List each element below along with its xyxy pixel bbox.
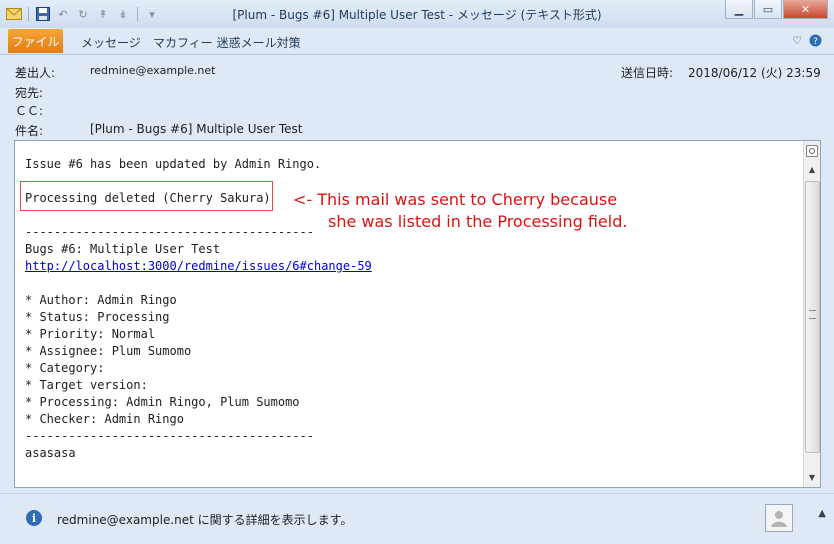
help-icon[interactable]: ?: [809, 34, 822, 50]
field-author: * Author: Admin Ringo: [25, 293, 177, 307]
tab-message[interactable]: メッセージ: [81, 34, 141, 51]
issue-title: Bugs #6: Multiple User Test: [25, 242, 221, 256]
info-icon: i: [26, 510, 42, 526]
issue-link[interactable]: http://localhost:3000/redmine/issues/6#c…: [25, 259, 372, 273]
view-options-icon[interactable]: [804, 143, 820, 159]
field-processing: * Processing: Admin Ringo, Plum Sumomo: [25, 395, 300, 409]
scroll-thumb[interactable]: [805, 181, 820, 453]
field-assignee: * Assignee: Plum Sumomo: [25, 344, 192, 358]
chevron-up-icon[interactable]: ♡: [792, 34, 802, 47]
to-label: 宛先:: [15, 86, 44, 100]
scroll-down-icon[interactable]: ▼: [804, 469, 820, 485]
cc-label: ＣＣ:: [15, 104, 44, 118]
tab-file[interactable]: ファイル: [8, 29, 63, 53]
maximize-button[interactable]: ▭: [754, 0, 782, 19]
body-line: Issue #6 has been updated by Admin Ringo…: [25, 157, 322, 171]
footer-separator: ----------------------------------------: [25, 429, 314, 443]
annotation-line-2: she was listed in the Processing field.: [328, 212, 628, 231]
minimize-icon: ▁: [734, 2, 744, 16]
scroll-up-icon[interactable]: ▲: [804, 161, 820, 177]
close-button[interactable]: ✕: [783, 0, 828, 19]
field-target-version: * Target version:: [25, 378, 148, 392]
people-pane: i redmine@example.net に関する詳細を表示します。 ▲: [0, 493, 834, 544]
ribbon-tabs: ファイル メッセージ マカフィー 迷惑メール対策 ♡ ?: [0, 28, 834, 55]
subject-value: [Plum - Bugs #6] Multiple User Test: [90, 122, 303, 136]
minimize-button[interactable]: ▁: [725, 0, 753, 19]
message-header: 差出人: redmine@example.net 宛先: ＣＣ: 件名: [Pl…: [0, 55, 834, 139]
people-pane-text[interactable]: redmine@example.net に関する詳細を表示します。: [57, 511, 352, 528]
body-last-line: asasasa: [25, 446, 76, 460]
from-label: 差出人:: [15, 66, 56, 80]
title-bar: ↶ ↻ ↟ ↡ ▾ [Plum - Bugs #6] Multiple User…: [0, 0, 834, 29]
processing-deleted-line: Processing deleted (Cherry Sakura): [25, 191, 271, 205]
message-body[interactable]: Issue #6 has been updated by Admin Ringo…: [14, 140, 821, 488]
chevron-up-icon[interactable]: ▲: [818, 508, 826, 519]
window-title: [Plum - Bugs #6] Multiple User Test - メッ…: [232, 8, 602, 22]
avatar[interactable]: [765, 504, 793, 532]
from-value[interactable]: redmine@example.net: [90, 64, 215, 77]
separator-line: ----------------------------------------: [25, 225, 314, 239]
field-category: * Category:: [25, 361, 105, 375]
annotation-line-1: <- This mail was sent to Cherry because: [293, 190, 618, 209]
sent-label: 送信日時:: [621, 66, 674, 80]
sent-value: 2018/06/12 (火) 23:59: [688, 66, 821, 80]
close-icon: ✕: [800, 2, 811, 16]
field-priority: * Priority: Normal: [25, 327, 156, 341]
vertical-scrollbar[interactable]: ▲ ▼: [803, 141, 820, 487]
maximize-icon: ▭: [762, 2, 774, 16]
field-checker: * Checker: Admin Ringo: [25, 412, 184, 426]
field-status: * Status: Processing: [25, 310, 170, 324]
svg-text:?: ?: [813, 37, 818, 47]
window-controls: ▁ ▭ ✕: [725, 0, 828, 19]
tab-mcafee-spam[interactable]: マカフィー 迷惑メール対策: [153, 34, 301, 51]
subject-label: 件名:: [15, 124, 44, 138]
